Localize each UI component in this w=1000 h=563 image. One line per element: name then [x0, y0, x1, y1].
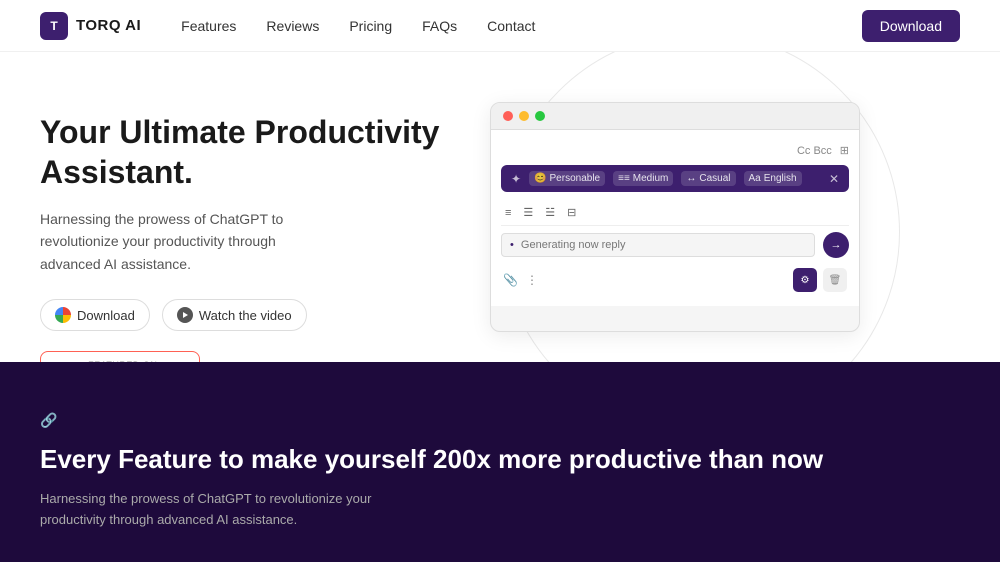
nav-faqs[interactable]: FAQs [422, 18, 457, 34]
dark-section: 🔗 Every Feature to make yourself 200x mo… [0, 362, 1000, 562]
cc-bcc-label: Cc Bcc [797, 145, 832, 157]
product-hunt-badge[interactable]: P FEATURED ON Product Hunt ▲ 68 [40, 351, 200, 362]
bottom-icons: 📎 ⋮ [503, 273, 538, 287]
generating-dot: • [510, 239, 514, 251]
hero-subtitle: Harnessing the prowess of ChatGPT to rev… [40, 208, 340, 275]
nav-features[interactable]: Features [181, 18, 236, 34]
hero-section: Your Ultimate Productivity Assistant. Ha… [0, 52, 1000, 362]
attach-icon: ⊞ [840, 144, 849, 157]
dot-red [503, 111, 513, 121]
bottom-row: 📎 ⋮ ⚙ 🗑 [501, 264, 849, 296]
tag-personable: 😊 Personable [529, 171, 605, 186]
logo-area: T TORQ AI [40, 12, 141, 40]
nav-download-button[interactable]: Download [862, 10, 960, 42]
window-titlebar [491, 103, 859, 130]
format-align-left[interactable]: ≡ [501, 205, 515, 221]
watch-video-button[interactable]: Watch the video [162, 299, 307, 331]
watch-label: Watch the video [199, 308, 292, 323]
logo-icon: T [40, 12, 68, 40]
nav-contact[interactable]: Contact [487, 18, 535, 34]
ai-close-icon[interactable]: ✕ [829, 172, 839, 186]
dot-green [535, 111, 545, 121]
chrome-icon [55, 307, 71, 323]
hero-left: Your Ultimate Productivity Assistant. Ha… [40, 102, 470, 362]
hero-buttons: Download Watch the video [40, 299, 470, 331]
hero-title: Your Ultimate Productivity Assistant. [40, 112, 470, 192]
nav-reviews[interactable]: Reviews [266, 18, 319, 34]
delete-button[interactable]: 🗑 [823, 268, 847, 292]
hero-download-label: Download [77, 308, 135, 323]
logo-symbol: T [50, 19, 57, 33]
window-body: Cc Bcc ⊞ ✦ 😊 Personable ≡≡ Medium ↔ Casu… [491, 130, 859, 306]
logo-text: TORQ AI [76, 17, 141, 34]
generating-input: • Generating now reply [501, 233, 815, 257]
tag-english: Aa English [744, 171, 802, 186]
section-title: Every Feature to make yourself 200x more… [40, 443, 960, 477]
tag-medium: ≡≡ Medium [613, 171, 673, 186]
ai-toolbar: ✦ 😊 Personable ≡≡ Medium ↔ Casual Aa Eng… [501, 165, 849, 192]
toolbar-icon: ✦ [511, 172, 521, 186]
section-tag: 🔗 [40, 412, 960, 429]
editor-toolbar: ≡ ☰ ☱ ⊟ [501, 200, 849, 226]
app-preview: Cc Bcc ⊞ ✦ 😊 Personable ≡≡ Medium ↔ Casu… [490, 102, 860, 332]
tag-casual: ↔ Casual [681, 171, 735, 186]
hero-download-button[interactable]: Download [40, 299, 150, 331]
generating-text: Generating now reply [521, 239, 626, 251]
email-header: Cc Bcc ⊞ [501, 140, 849, 165]
ai-action-button[interactable]: ⚙ [793, 268, 817, 292]
send-button[interactable]: → [823, 232, 849, 258]
format-indent[interactable]: ⊟ [563, 204, 580, 221]
hero-right: Cc Bcc ⊞ ✦ 😊 Personable ≡≡ Medium ↔ Casu… [470, 102, 960, 332]
navbar: T TORQ AI Features Reviews Pricing FAQs … [0, 0, 1000, 52]
dot-yellow [519, 111, 529, 121]
play-icon [177, 307, 193, 323]
nav-pricing[interactable]: Pricing [349, 18, 392, 34]
link-icon: 🔗 [40, 412, 57, 429]
section-subtitle: Harnessing the prowess of ChatGPT to rev… [40, 489, 440, 531]
generating-row: • Generating now reply → [501, 232, 849, 258]
format-list-ol[interactable]: ☱ [541, 204, 559, 221]
format-list-ul[interactable]: ☰ [519, 204, 537, 221]
attach-file-icon[interactable]: 📎 [503, 273, 518, 287]
nav-links: Features Reviews Pricing FAQs Contact [181, 18, 862, 34]
more-options-icon[interactable]: ⋮ [526, 273, 538, 287]
